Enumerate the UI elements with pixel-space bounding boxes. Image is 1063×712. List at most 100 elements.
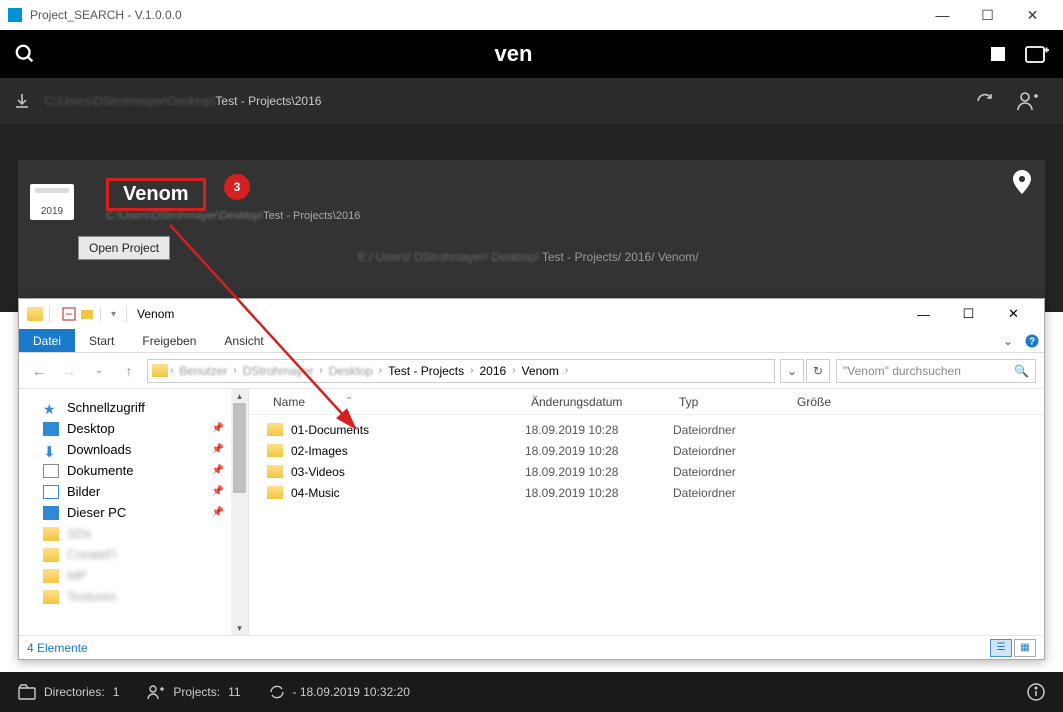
project-path: C:\Users\DStrohmayer\Desktop\Test - Proj…: [106, 210, 360, 222]
details-view-button[interactable]: ☰: [990, 639, 1012, 657]
file-name: 04-Music: [291, 486, 525, 500]
help-icon[interactable]: ?: [1020, 329, 1044, 352]
file-date: 18.09.2019 10:28: [525, 444, 673, 458]
sidebar-downloads[interactable]: ⬇Downloads📌: [19, 439, 248, 460]
icons-view-button[interactable]: ▦: [1014, 639, 1036, 657]
search-icon: 🔍: [1014, 364, 1029, 378]
folder-thumbnail: 2019: [30, 184, 74, 220]
pin-icon: 📌: [212, 507, 224, 518]
forward-button[interactable]: →: [57, 359, 81, 383]
maximize-button[interactable]: ☐: [965, 0, 1010, 30]
properties-icon[interactable]: [62, 307, 76, 321]
navigation-row: ← → ⌄ ↑ › Benutzer› DStrohmayer› Desktop…: [19, 353, 1044, 389]
location-pin-icon[interactable]: [1013, 170, 1031, 194]
item-count: 4 Elemente: [27, 641, 88, 655]
file-type: Dateiordner: [673, 486, 791, 500]
explorer-titlebar: ▾ Venom — ☐ ✕: [19, 299, 1044, 329]
folder-icon: [152, 364, 168, 377]
minimize-button[interactable]: —: [920, 0, 965, 30]
file-name: 01-Documents: [291, 423, 525, 437]
explorer-minimize-button[interactable]: —: [901, 300, 946, 328]
sidebar-scrollbar[interactable]: ▴▾: [231, 389, 248, 635]
column-headers[interactable]: Name⌃ Änderungsdatum Typ Größe: [249, 389, 1044, 415]
sidebar-pictures[interactable]: Bilder📌: [19, 481, 248, 502]
sidebar-this-pc[interactable]: Dieser PC📌: [19, 502, 248, 523]
results-area: 2019 Venom 3 C:\Users\DStrohmayer\Deskto…: [0, 124, 1063, 312]
explorer-close-button[interactable]: ✕: [991, 300, 1036, 328]
projects-icon: [147, 684, 165, 700]
tab-start[interactable]: Start: [75, 329, 128, 352]
address-bar[interactable]: › Benutzer› DStrohmayer› Desktop› Test -…: [147, 359, 775, 383]
ribbon-expand-icon[interactable]: ⌄: [996, 329, 1020, 352]
sidebar-item[interactable]: CreateFi: [19, 544, 248, 565]
file-row[interactable]: 02-Images18.09.2019 10:28Dateiordner: [249, 440, 1044, 461]
tab-view[interactable]: Ansicht: [210, 329, 277, 352]
explorer-statusbar: 4 Elemente ☰ ▦: [19, 635, 1044, 659]
refresh-button[interactable]: ↻: [806, 359, 830, 383]
explorer-window: ▾ Venom — ☐ ✕ Datei Start Freigeben Ansi…: [18, 298, 1045, 660]
file-name: 02-Images: [291, 444, 525, 458]
new-folder-icon[interactable]: [80, 307, 94, 321]
download-icon[interactable]: [14, 93, 30, 109]
file-date: 18.09.2019 10:28: [525, 465, 673, 479]
tab-share[interactable]: Freigeben: [128, 329, 210, 352]
file-type: Dateiordner: [673, 465, 791, 479]
sidebar-item[interactable]: SDs: [19, 523, 248, 544]
current-path: C:\Users\DStrohmayer\Desktop\Test - Proj…: [44, 94, 321, 108]
pin-icon: 📌: [212, 486, 224, 497]
file-list-area: Name⌃ Änderungsdatum Typ Größe 01-Docume…: [249, 389, 1044, 635]
result-card[interactable]: 2019 Venom 3 C:\Users\DStrohmayer\Deskto…: [18, 160, 1045, 300]
file-name: 03-Videos: [291, 465, 525, 479]
folder-icon: [267, 423, 283, 436]
sync-icon: [269, 684, 285, 700]
app-icon: [8, 8, 22, 22]
file-row[interactable]: 01-Documents18.09.2019 10:28Dateiordner: [249, 419, 1044, 440]
explorer-title: Venom: [137, 307, 174, 321]
svg-text:?: ?: [1029, 336, 1035, 347]
refresh-icon[interactable]: [975, 91, 995, 111]
app-statusbar: Directories: 1 Projects: 11 - 18.09.2019…: [0, 672, 1063, 712]
explorer-maximize-button[interactable]: ☐: [946, 300, 991, 328]
file-row[interactable]: 03-Videos18.09.2019 10:28Dateiordner: [249, 461, 1044, 482]
address-dropdown-button[interactable]: ⌄: [780, 359, 804, 383]
sidebar-desktop[interactable]: Desktop📌: [19, 418, 248, 439]
explorer-search-input[interactable]: "Venom" durchsuchen 🔍: [836, 359, 1036, 383]
add-tab-icon[interactable]: [1025, 44, 1049, 64]
file-type: Dateiordner: [673, 444, 791, 458]
info-icon[interactable]: [1027, 683, 1045, 701]
app-title: Project_SEARCH - V.1.0.0.0: [30, 8, 182, 22]
sidebar-item[interactable]: MP: [19, 565, 248, 586]
search-query[interactable]: ven: [36, 41, 991, 67]
projects-segment: Projects: 11: [147, 684, 240, 700]
pin-icon: 📌: [212, 465, 224, 476]
open-project-button[interactable]: Open Project: [78, 236, 170, 260]
tab-file[interactable]: Datei: [19, 329, 75, 352]
pin-icon: 📌: [212, 444, 224, 455]
add-user-icon[interactable]: [1017, 91, 1039, 111]
recent-button[interactable]: ⌄: [87, 359, 111, 383]
project-full-path: E:/ Users/ DStrohmayer/ Desktop/ Test - …: [358, 250, 699, 264]
sidebar-item[interactable]: Texturen: [19, 586, 248, 607]
directories-segment: Directories: 1: [18, 684, 119, 700]
search-bar: ven: [0, 30, 1063, 78]
back-button[interactable]: ←: [27, 359, 51, 383]
file-row[interactable]: 04-Music18.09.2019 10:28Dateiordner: [249, 482, 1044, 503]
close-button[interactable]: ✕: [1010, 0, 1055, 30]
path-bar: C:\Users\DStrohmayer\Desktop\Test - Proj…: [0, 78, 1063, 124]
file-date: 18.09.2019 10:28: [525, 486, 673, 500]
folder-icon: [267, 486, 283, 499]
up-button[interactable]: ↑: [117, 359, 141, 383]
sidebar-documents[interactable]: Dokumente📌: [19, 460, 248, 481]
directories-icon: [18, 684, 36, 700]
search-icon[interactable]: [14, 43, 36, 65]
pin-icon: 📌: [212, 423, 224, 434]
explorer-sidebar: ★Schnellzugriff Desktop📌 ⬇Downloads📌 Dok…: [19, 389, 249, 635]
folder-icon: [267, 465, 283, 478]
project-name: Venom: [106, 178, 206, 211]
file-type: Dateiordner: [673, 423, 791, 437]
stop-icon[interactable]: [991, 47, 1005, 61]
timestamp-segment: - 18.09.2019 10:32:20: [269, 684, 410, 700]
sidebar-quick-access[interactable]: ★Schnellzugriff: [19, 397, 248, 418]
file-date: 18.09.2019 10:28: [525, 423, 673, 437]
folder-icon: [27, 307, 43, 321]
